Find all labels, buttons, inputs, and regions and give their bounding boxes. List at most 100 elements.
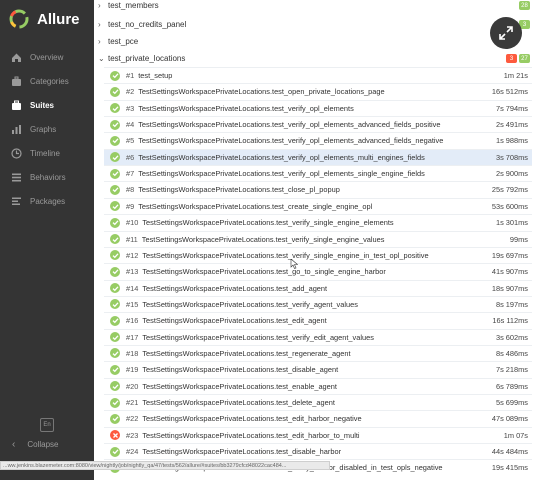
test-row[interactable]: #13 TestSettingsWorkspacePrivateLocations…: [104, 263, 532, 279]
test-duration: 1s 301ms: [495, 218, 528, 228]
suite-row-test_members[interactable]: › test_members 28: [94, 0, 534, 14]
test-name: TestSettingsWorkspacePrivateLocations.te…: [138, 169, 425, 179]
clock-icon: [10, 147, 22, 159]
test-duration: 16s 512ms: [491, 87, 528, 97]
test-row[interactable]: #14 TestSettingsWorkspacePrivateLocations…: [104, 279, 532, 296]
test-name: TestSettingsWorkspacePrivateLocations.te…: [138, 103, 354, 113]
passed-check-icon: [110, 332, 120, 343]
language-button[interactable]: En: [40, 418, 54, 432]
passed-check-icon: [110, 315, 120, 326]
test-duration: 7s 218ms: [495, 365, 528, 375]
test-duration: 3s 708ms: [495, 152, 528, 162]
test-row[interactable]: #3 TestSettingsWorkspacePrivateLocations.…: [104, 99, 532, 116]
passed-check-icon: [110, 266, 120, 277]
test-number: #5: [126, 136, 135, 146]
sidebar-item-label: Categories: [30, 76, 69, 86]
sidebar-item-packages[interactable]: Packages: [0, 190, 94, 212]
test-row[interactable]: #9 TestSettingsWorkspacePrivateLocations.…: [104, 197, 532, 214]
expand-arrows-icon: [499, 26, 513, 40]
passed-check-icon: [110, 381, 120, 392]
test-row[interactable]: #7 TestSettingsWorkspacePrivateLocations.…: [104, 165, 532, 181]
test-row[interactable]: #6 TestSettingsWorkspacePrivateLocations.…: [104, 148, 532, 165]
test-row[interactable]: #17 TestSettingsWorkspacePrivateLocations…: [104, 328, 532, 345]
mouse-cursor-icon: [290, 259, 298, 269]
test-duration: 44s 484ms: [491, 447, 528, 457]
test-number: #15: [126, 299, 139, 309]
test-row[interactable]: #20 TestSettingsWorkspacePrivateLocations…: [104, 377, 532, 394]
test-name: TestSettingsWorkspacePrivateLocations.te…: [142, 348, 351, 358]
suite-row-test_pce[interactable]: › test_pce: [94, 33, 534, 50]
test-duration: 19s 415ms: [491, 463, 528, 473]
failed-x-icon: [110, 430, 120, 441]
test-duration: 1m 07s: [503, 430, 528, 440]
test-duration: 1s 988ms: [495, 136, 528, 146]
sidebar-item-suites[interactable]: Suites: [0, 94, 94, 116]
sidebar-item-label: Suites: [30, 100, 55, 110]
test-row[interactable]: #24 TestSettingsWorkspacePrivateLocations…: [104, 443, 532, 459]
test-number: #14: [126, 283, 139, 293]
passed-check-icon: [110, 250, 120, 261]
test-name: TestSettingsWorkspacePrivateLocations.te…: [142, 447, 342, 457]
suite-row-test_no_credits_panel[interactable]: › test_no_credits_panel 3: [94, 16, 534, 33]
bar-chart-icon: [10, 123, 22, 135]
test-row[interactable]: #19 TestSettingsWorkspacePrivateLocations…: [104, 361, 532, 377]
test-duration: 47s 089ms: [491, 414, 528, 424]
test-row[interactable]: #12 TestSettingsWorkspacePrivateLocations…: [104, 246, 532, 263]
test-name: TestSettingsWorkspacePrivateLocations.te…: [142, 332, 374, 342]
test-name: TestSettingsWorkspacePrivateLocations.te…: [142, 299, 358, 309]
test-number: #9: [126, 201, 135, 211]
collapse-button[interactable]: ‹ Collapse: [0, 436, 94, 452]
sidebar-item-graphs[interactable]: Graphs: [0, 118, 94, 140]
test-row[interactable]: #4 TestSettingsWorkspacePrivateLocations.…: [104, 116, 532, 132]
test-duration: 99ms: [509, 234, 528, 244]
status-badge: 3: [506, 54, 517, 63]
test-row[interactable]: #5 TestSettingsWorkspacePrivateLocations.…: [104, 132, 532, 148]
collapse-label: Collapse: [27, 439, 59, 449]
test-row[interactable]: #11 TestSettingsWorkspacePrivateLocations…: [104, 230, 532, 247]
suite-name: test_private_locations: [108, 54, 186, 63]
test-name: TestSettingsWorkspacePrivateLocations.te…: [138, 185, 340, 195]
test-number: #16: [126, 316, 139, 326]
test-duration: 7s 794ms: [495, 103, 528, 113]
sidebar-item-overview[interactable]: Overview: [0, 46, 94, 68]
test-number: #22: [126, 414, 139, 424]
passed-check-icon: [110, 283, 120, 294]
passed-check-icon: [110, 217, 120, 228]
app-logo[interactable]: Allure: [8, 8, 80, 30]
sidebar-item-behaviors[interactable]: Behaviors: [0, 166, 94, 188]
test-duration: 8s 197ms: [495, 299, 528, 309]
sidebar-item-categories[interactable]: Categories: [0, 70, 94, 92]
suite-row-test_private_locations[interactable]: ⌄ test_private_locations 3 27: [94, 50, 534, 67]
test-number: #24: [126, 447, 139, 457]
test-number: #4: [126, 120, 135, 130]
test-row[interactable]: #10 TestSettingsWorkspacePrivateLocations…: [104, 214, 532, 230]
test-row[interactable]: #21 TestSettingsWorkspacePrivateLocations…: [104, 394, 532, 410]
test-name: TestSettingsWorkspacePrivateLocations.te…: [142, 250, 429, 260]
sidebar-item-label: Packages: [30, 196, 66, 206]
test-row[interactable]: #18 TestSettingsWorkspacePrivateLocations…: [104, 344, 532, 361]
test-row[interactable]: #23 TestSettingsWorkspacePrivateLocations…: [104, 426, 532, 443]
test-duration: 25s 792ms: [491, 185, 528, 195]
test-row[interactable]: #8 TestSettingsWorkspacePrivateLocations.…: [104, 181, 532, 197]
test-row[interactable]: #15 TestSettingsWorkspacePrivateLocations…: [104, 295, 532, 312]
test-duration: 2s 491ms: [495, 120, 528, 130]
test-name: TestSettingsWorkspacePrivateLocations.te…: [142, 414, 362, 424]
test-duration: 41s 907ms: [491, 267, 528, 277]
test-row[interactable]: #2 TestSettingsWorkspacePrivateLocations.…: [104, 83, 532, 99]
test-duration: 19s 697ms: [491, 250, 528, 260]
test-number: #10: [126, 218, 139, 228]
globe-icon: [10, 51, 22, 63]
fullscreen-button[interactable]: [490, 17, 522, 49]
test-name: TestSettingsWorkspacePrivateLocations.te…: [142, 381, 337, 391]
sidebar-item-label: Behaviors: [30, 172, 66, 182]
test-name: TestSettingsWorkspacePrivateLocations.te…: [138, 136, 444, 146]
test-name: TestSettingsWorkspacePrivateLocations.te…: [138, 120, 441, 130]
sidebar-item-timeline[interactable]: Timeline: [0, 142, 94, 164]
test-duration: 8s 486ms: [495, 348, 528, 358]
chevron-down-icon: ⌄: [98, 54, 105, 63]
test-row[interactable]: #16 TestSettingsWorkspacePrivateLocations…: [104, 312, 532, 328]
test-row[interactable]: #1 test_setup 1m 21s: [104, 67, 532, 83]
test-row[interactable]: #22 TestSettingsWorkspacePrivateLocations…: [104, 410, 532, 426]
passed-check-icon: [110, 413, 120, 424]
passed-check-icon: [110, 103, 120, 114]
